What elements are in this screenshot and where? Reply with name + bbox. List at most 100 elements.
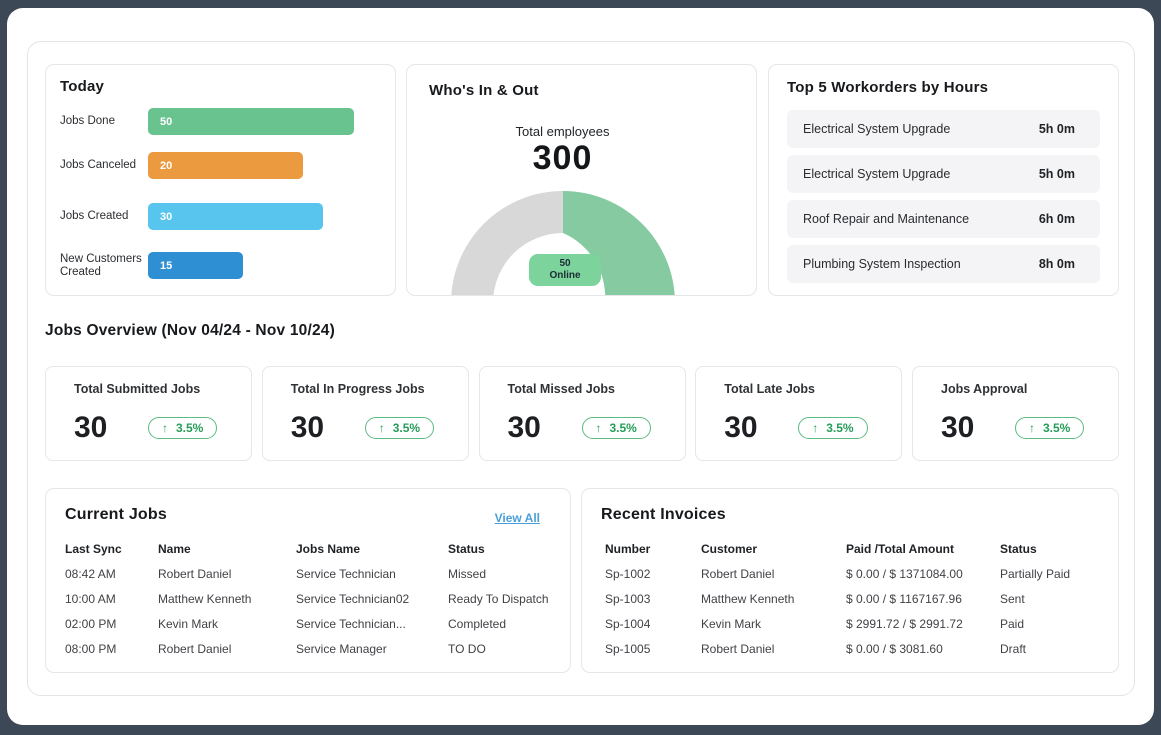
today-card-title: Today	[60, 78, 104, 95]
stat-value: 30	[508, 411, 582, 445]
table-row: 02:00 PMKevin MarkService Technician...C…	[46, 611, 570, 636]
stat-change-value: 3.5%	[393, 421, 420, 435]
cell-jobs-name: Service Manager	[296, 642, 448, 656]
workorder-name: Electrical System Upgrade	[803, 122, 950, 136]
cell-number: Sp-1004	[605, 617, 701, 631]
workorder-name: Plumbing System Inspection	[803, 257, 961, 271]
table-row: 08:42 AMRobert DanielService TechnicianM…	[46, 561, 570, 586]
cell-number: Sp-1002	[605, 567, 701, 581]
column-header: Number	[605, 542, 701, 556]
table-row: 08:00 PMRobert DanielService ManagerTO D…	[46, 636, 570, 661]
stat-change-badge: ↑ 3.5%	[365, 417, 434, 439]
stat-change-badge: ↑3.5%	[148, 417, 217, 439]
cell-name: Kevin Mark	[158, 617, 296, 631]
cell-status: Completed	[448, 617, 570, 631]
column-header: Last Sync	[65, 542, 158, 556]
stat-change-badge: ↑ 3.5%	[798, 417, 867, 439]
cell-jobs-name: Service Technician02	[296, 592, 448, 606]
total-employees-label: Total employees	[407, 124, 718, 139]
stat-change-value: 3.5%	[610, 421, 637, 435]
workorder-hours: 8h 0m	[1039, 257, 1075, 271]
cell-customer: Matthew Kenneth	[701, 592, 846, 606]
recent-invoices-title: Recent Invoices	[601, 506, 726, 524]
today-bar: 30	[148, 203, 323, 230]
jobs-overview-title: Jobs Overview (Nov 04/24 - Nov 10/24)	[45, 322, 335, 340]
stat-card: Total Submitted Jobs30↑3.5%	[45, 366, 252, 461]
cell-name: Robert Daniel	[158, 567, 296, 581]
cell-jobs-name: Service Technician	[296, 567, 448, 581]
workorder-item: Electrical System Upgrade5h 0m	[787, 110, 1100, 148]
cell-last-sync: 08:00 PM	[65, 642, 158, 656]
table-row: Sp-1004Kevin Mark$ 2991.72 / $ 2991.72Pa…	[582, 611, 1118, 636]
stat-card: Total In Progress Jobs 30 ↑ 3.5%	[262, 366, 469, 461]
today-bar-label: New Customers Created	[60, 253, 148, 278]
stat-label: Jobs Approval	[941, 382, 1027, 396]
table-row: Sp-1005Robert Daniel$ 0.00 / $ 3081.60Dr…	[582, 636, 1118, 661]
today-bar-row: Jobs Done50	[60, 108, 381, 135]
cell-number: Sp-1005	[605, 642, 701, 656]
stat-bottom: 30↑3.5%	[508, 411, 671, 445]
stat-change-badge: ↑3.5%	[582, 417, 651, 439]
today-card: Today Jobs Done50 Jobs Canceled20 Jobs Cre…	[45, 64, 396, 296]
stat-bottom: 30↑3.5%	[724, 411, 887, 445]
cell-last-sync: 10:00 AM	[65, 592, 158, 606]
cell-status: Sent	[1000, 592, 1118, 606]
online-label: Online	[549, 270, 580, 283]
stat-card: Total Late Jobs30↑3.5%	[695, 366, 902, 461]
stat-bottom: 30 ↑ 3.5%	[291, 411, 454, 445]
workorder-item: Roof Repair and Maintenance6h 0m	[787, 200, 1100, 238]
column-header: Jobs Name	[296, 542, 448, 556]
table-row: 10:00 AMMatthew KennethService Technicia…	[46, 586, 570, 611]
cell-status: Draft	[1000, 642, 1118, 656]
today-bar-track: 30	[148, 203, 354, 230]
up-arrow-icon: ↑	[379, 421, 385, 435]
up-arrow-icon: ↑	[1029, 421, 1035, 435]
stat-value: 30	[941, 411, 1015, 445]
stat-value: 30	[291, 411, 365, 445]
app-window: Today Jobs Done50Jobs Canceled20Jobs Cre…	[7, 8, 1154, 725]
cell-status: Ready To Dispatch	[448, 592, 570, 606]
stat-label: Total In Progress Jobs	[291, 382, 425, 396]
stat-change-badge: ↑ 3.5%	[1015, 417, 1084, 439]
total-employees-value: 300	[407, 139, 718, 178]
cell-jobs-name: Service Technician...	[296, 617, 448, 631]
cell-number: Sp-1003	[605, 592, 701, 606]
recent-invoices-card: Recent Invoices NumberCustomerPaid /Tota…	[581, 488, 1119, 673]
cell-paid-total: $ 2991.72 / $ 2991.72	[846, 617, 1000, 631]
cell-status: TO DO	[448, 642, 570, 656]
today-bar: 50	[148, 108, 354, 135]
up-arrow-icon: ↑	[812, 421, 818, 435]
today-bar: 20	[148, 152, 303, 179]
today-bar-label: Jobs Canceled	[60, 159, 148, 172]
cell-status: Paid	[1000, 617, 1118, 631]
table-row: Sp-1003Matthew Kenneth$ 0.00 / $ 1167167…	[582, 586, 1118, 611]
today-bar-value: 50	[148, 116, 172, 128]
table-row: Sp-1002Robert Daniel$ 0.00 / $ 1371084.0…	[582, 561, 1118, 586]
jobs-overview-stats: Total Submitted Jobs30↑3.5% Total In Prog…	[45, 366, 1119, 461]
today-bar-track: 20	[148, 152, 354, 179]
stat-change-value: 3.5%	[1043, 421, 1070, 435]
today-bar-label: Jobs Created	[60, 210, 148, 223]
online-count: 50	[559, 258, 570, 271]
stat-card: Total Missed Jobs30↑3.5%	[479, 366, 686, 461]
workorder-item: Plumbing System Inspection 8h 0m	[787, 245, 1100, 283]
today-bar-value: 15	[148, 260, 172, 272]
column-header: Paid /Total Amount	[846, 542, 1000, 556]
column-header: Status	[448, 542, 570, 556]
dashboard-panel: Today Jobs Done50Jobs Canceled20Jobs Cre…	[27, 41, 1135, 696]
recent-invoices-table: NumberCustomerPaid /Total AmountStatusSp…	[582, 536, 1118, 661]
stat-change-value: 3.5%	[826, 421, 853, 435]
workorder-item: Electrical System Upgrade5h 0m	[787, 155, 1100, 193]
cell-customer: Kevin Mark	[701, 617, 846, 631]
cell-customer: Robert Daniel	[701, 567, 846, 581]
view-all-link[interactable]: View All	[495, 511, 540, 525]
cell-paid-total: $ 0.00 / $ 1371084.00	[846, 567, 1000, 581]
today-bar: 15	[148, 252, 243, 279]
whos-in-out-title: Who's In & Out	[429, 82, 539, 99]
today-bar-label: Jobs Done	[60, 115, 148, 128]
cell-name: Matthew Kenneth	[158, 592, 296, 606]
today-bar-row: New Customers Created15	[60, 252, 381, 279]
column-header: Name	[158, 542, 296, 556]
workorder-name: Roof Repair and Maintenance	[803, 212, 969, 226]
column-header: Customer	[701, 542, 846, 556]
